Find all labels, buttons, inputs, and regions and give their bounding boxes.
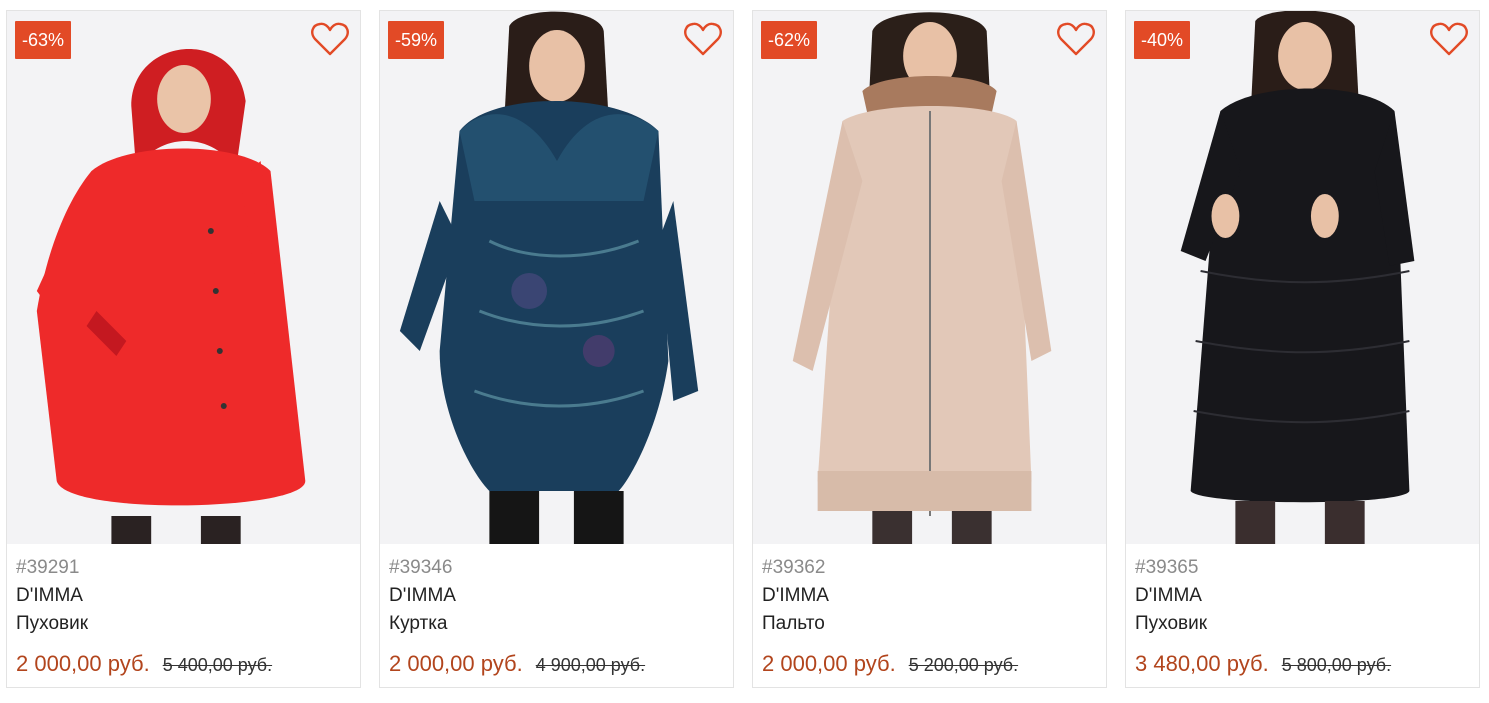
product-info: #39365 D'IMMA Пуховик 3 480,00 руб. 5 800… [1135, 554, 1471, 680]
product-card[interactable]: -63% #39291 D'IMMA Пуховик 2 000,00 руб.… [6, 10, 361, 688]
discount-badge: -62% [761, 21, 818, 59]
product-sku: #39346 [389, 557, 453, 578]
product-sku: #39365 [1135, 557, 1199, 578]
product-type[interactable]: Пальто [762, 610, 1098, 638]
product-image [753, 11, 1106, 544]
product-type[interactable]: Куртка [389, 610, 725, 638]
discount-badge: -40% [1134, 21, 1191, 59]
product-brand[interactable]: D'IMMA [1135, 582, 1471, 610]
price-row: 2 000,00 руб. 5 200,00 руб. [762, 648, 1098, 680]
product-grid: -63% #39291 D'IMMA Пуховик 2 000,00 руб.… [0, 0, 1489, 703]
product-card[interactable]: -40% #39365 D'IMMA Пуховик 3 480,00 руб.… [1125, 10, 1480, 688]
price-row: 3 480,00 руб. 5 800,00 руб. [1135, 648, 1471, 680]
product-info: #39291 D'IMMA Пуховик 2 000,00 руб. 5 400… [16, 554, 352, 680]
old-price: 5 400,00 руб. [162, 655, 273, 675]
old-price: 4 900,00 руб. [535, 655, 646, 675]
heart-outline-icon[interactable] [683, 21, 723, 57]
heart-outline-icon[interactable] [1429, 21, 1469, 57]
price-row: 2 000,00 руб. 4 900,00 руб. [389, 648, 725, 680]
current-price: 3 480,00 руб. [1135, 651, 1269, 676]
product-brand[interactable]: D'IMMA [16, 582, 352, 610]
product-sku: #39362 [762, 557, 826, 578]
price-row: 2 000,00 руб. 5 400,00 руб. [16, 648, 352, 680]
old-price: 5 800,00 руб. [1281, 655, 1392, 675]
product-info: #39362 D'IMMA Пальто 2 000,00 руб. 5 200,… [762, 554, 1098, 680]
product-brand[interactable]: D'IMMA [762, 582, 1098, 610]
old-price: 5 200,00 руб. [908, 655, 1019, 675]
product-photo[interactable] [1126, 11, 1479, 544]
product-image [7, 11, 360, 544]
current-price: 2 000,00 руб. [16, 651, 150, 676]
product-type[interactable]: Пуховик [1135, 610, 1471, 638]
product-photo[interactable] [753, 11, 1106, 544]
product-brand[interactable]: D'IMMA [389, 582, 725, 610]
product-info: #39346 D'IMMA Куртка 2 000,00 руб. 4 900,… [389, 554, 725, 680]
product-card[interactable]: -59% #39346 D'IMMA Куртка 2 000,00 руб. 4… [379, 10, 734, 688]
discount-badge: -59% [388, 21, 445, 59]
product-photo[interactable] [380, 11, 733, 544]
heart-outline-icon[interactable] [310, 21, 350, 57]
product-sku: #39291 [16, 557, 80, 578]
product-photo[interactable] [7, 11, 360, 544]
product-card[interactable]: -62% #39362 D'IMMA Пальто 2 000,00 руб. 5… [752, 10, 1107, 688]
current-price: 2 000,00 руб. [389, 651, 523, 676]
product-image [380, 11, 733, 544]
product-image [1126, 11, 1479, 544]
current-price: 2 000,00 руб. [762, 651, 896, 676]
heart-outline-icon[interactable] [1056, 21, 1096, 57]
discount-badge: -63% [15, 21, 72, 59]
product-type[interactable]: Пуховик [16, 610, 352, 638]
